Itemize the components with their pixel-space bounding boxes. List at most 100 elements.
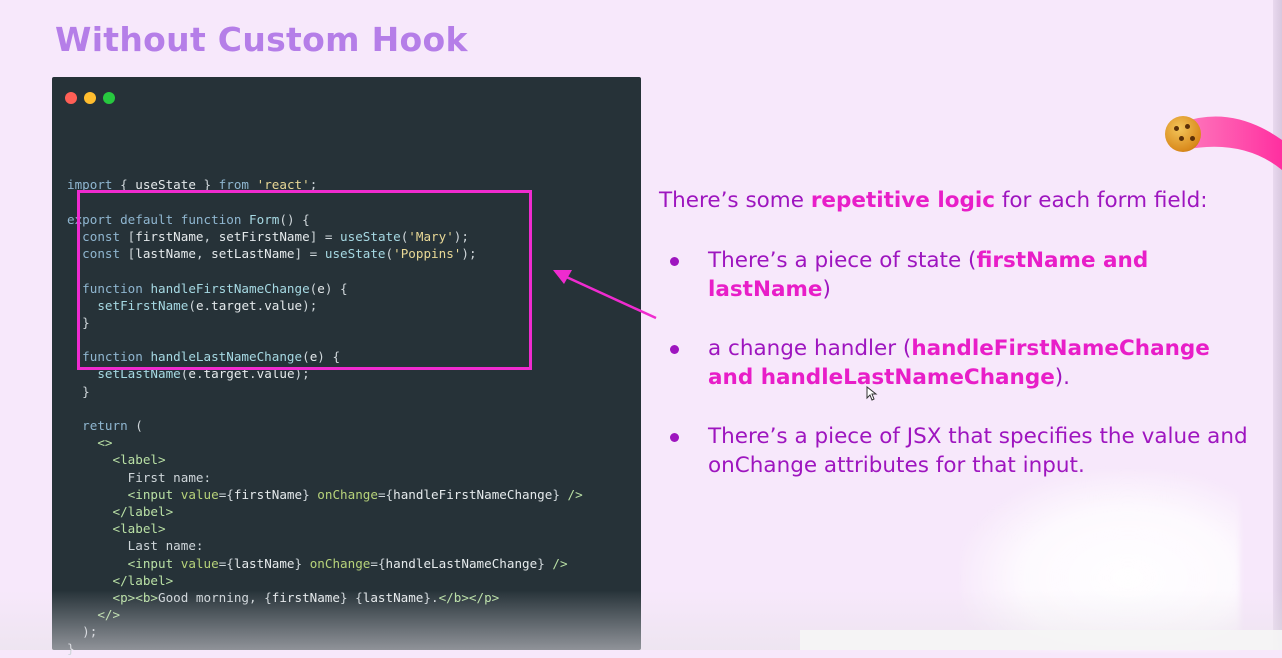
code-token: /> xyxy=(567,486,583,502)
bullet-handler-text: a change handler ( xyxy=(708,336,912,361)
code-line: return ( xyxy=(67,417,583,434)
slide-title: Without Custom Hook xyxy=(55,20,468,59)
code-token: }. xyxy=(423,589,439,605)
code-line: <input value={firstName} onChange={handl… xyxy=(67,486,583,503)
code-highlight-box xyxy=(77,190,532,370)
code-line: } xyxy=(67,640,583,657)
code-token: </b></p> xyxy=(438,589,500,605)
code-token: handleLastNameChange xyxy=(385,555,538,571)
intro-suffix: for each form field: xyxy=(995,188,1208,213)
intro-accent: repetitive logic xyxy=(810,188,995,213)
code-token: } xyxy=(537,555,553,571)
code-token: /> xyxy=(552,555,568,571)
code-token: firstName xyxy=(271,589,340,605)
bottom-smudge-strip xyxy=(800,630,1282,650)
code-token: ( xyxy=(127,418,143,433)
code-token: onChange xyxy=(309,555,371,571)
code-line: <p><b>Good morning, {firstName} {lastNam… xyxy=(67,589,583,606)
code-line: </> xyxy=(67,606,583,623)
code-token: value xyxy=(180,486,219,502)
code-token: } xyxy=(302,486,318,502)
code-token: ={ xyxy=(218,486,234,502)
code-line: <input value={lastName} onChange={handle… xyxy=(67,555,583,572)
code-line: <> xyxy=(67,434,583,451)
code-token: ={ xyxy=(370,555,386,571)
cookie-chip xyxy=(1185,124,1190,129)
bullet-list: There’s a piece of state (firstName and … xyxy=(668,246,1268,480)
code-token: value xyxy=(180,555,219,571)
code-token: </> xyxy=(97,607,121,623)
background-blur-decoration xyxy=(960,470,1240,650)
code-line: <label> xyxy=(67,451,583,468)
code-token: lastName xyxy=(233,555,295,571)
mouse-cursor-icon xyxy=(866,386,878,401)
cookie-icon xyxy=(1165,116,1201,152)
cookie-chip xyxy=(1174,126,1179,131)
cookie-chip xyxy=(1179,136,1184,141)
code-line: ); xyxy=(67,623,583,640)
code-line: } xyxy=(67,383,583,400)
code-token: ={ xyxy=(218,555,234,571)
code-token: <input xyxy=(127,555,174,571)
intro-text: There’s some repetitive logic for each f… xyxy=(659,188,1208,213)
cookie-chip xyxy=(1190,136,1195,141)
pointer-arrow-icon xyxy=(553,270,657,320)
code-token: <> xyxy=(97,435,113,451)
code-token: <input xyxy=(127,486,174,502)
close-dot-icon xyxy=(65,92,77,104)
maximize-dot-icon xyxy=(103,92,115,104)
code-token: } xyxy=(294,555,310,571)
code-token: <label> xyxy=(112,521,166,537)
code-token: onChange xyxy=(317,486,378,502)
code-line: Last name: xyxy=(67,537,583,554)
code-line: </label> xyxy=(67,572,583,589)
code-token: ={ xyxy=(377,486,394,502)
code-token: } { xyxy=(339,589,363,605)
code-token: handleFirstNameChange xyxy=(393,486,553,502)
code-line: <label> xyxy=(67,520,583,537)
bullet-state-suffix: ) xyxy=(822,277,831,302)
code-token: ); xyxy=(67,624,98,640)
code-token: return xyxy=(82,418,128,433)
code-token: } xyxy=(552,486,568,502)
code-token: Last name: xyxy=(127,538,204,554)
minimize-dot-icon xyxy=(84,92,96,104)
code-token: <p><b> xyxy=(112,589,159,605)
bullet-spacer xyxy=(668,304,1268,334)
code-token: <label> xyxy=(112,452,166,468)
code-token: } xyxy=(67,383,90,399)
code-line: First name: xyxy=(67,469,583,486)
bullet-state-text: There’s a piece of state ( xyxy=(708,248,977,273)
code-token: firstName xyxy=(233,486,303,502)
bullet-handler-suffix: ). xyxy=(1054,365,1071,390)
intro-prefix: There’s some xyxy=(659,188,811,213)
code-token: </label> xyxy=(112,572,174,588)
code-token: </label> xyxy=(112,503,174,519)
bullet-handler: a change handler (handleFirstNameChange … xyxy=(668,334,1228,392)
code-token: First name: xyxy=(127,469,212,485)
bullet-spacer xyxy=(668,392,1268,422)
code-line: </label> xyxy=(67,503,583,520)
code-token: lastName xyxy=(362,589,424,605)
window-controls xyxy=(65,92,115,104)
bullet-state: There’s a piece of state (firstName and … xyxy=(668,246,1188,304)
code-token: Good morning, { xyxy=(158,589,272,605)
window-edge xyxy=(1273,0,1282,650)
